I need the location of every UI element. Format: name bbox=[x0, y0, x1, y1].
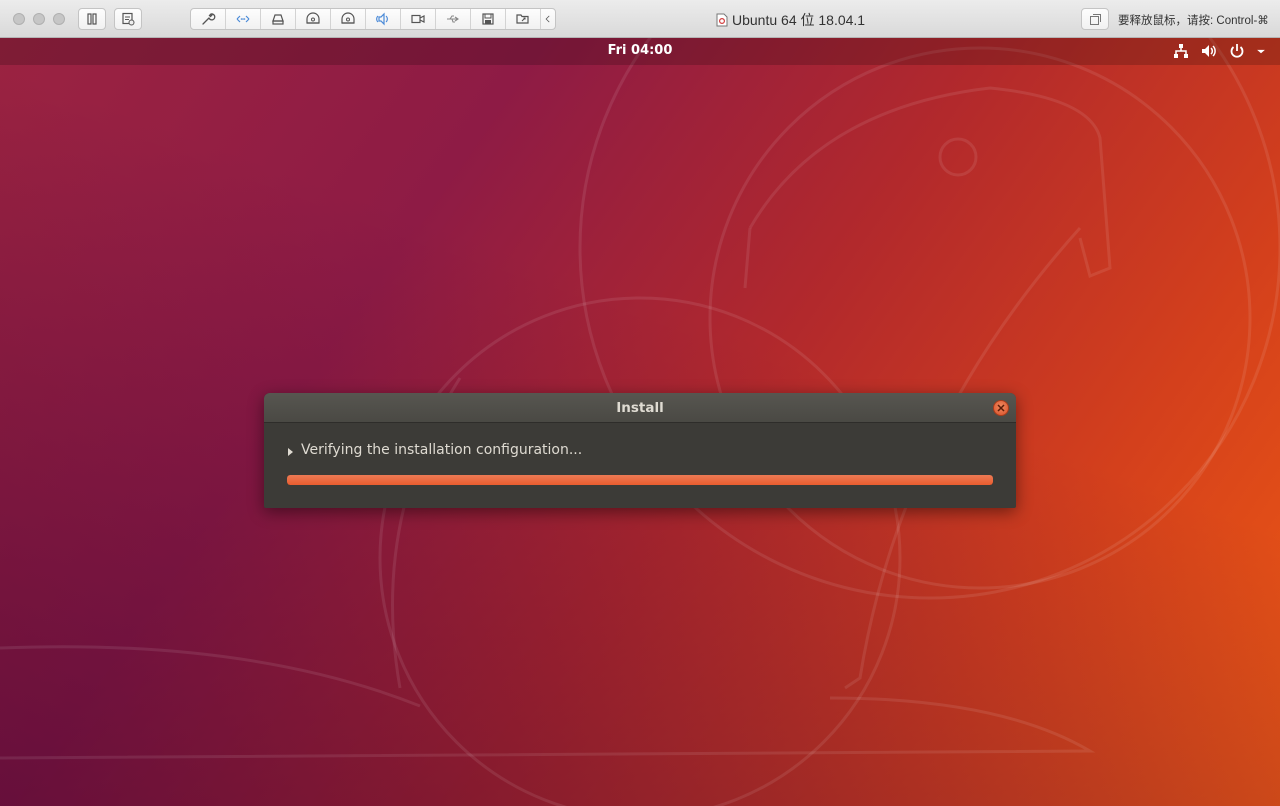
install-dialog-titlebar[interactable]: Install bbox=[264, 393, 1016, 423]
hard-disk-icon bbox=[272, 14, 284, 25]
close-dialog-button[interactable] bbox=[993, 400, 1009, 416]
usb-icon bbox=[447, 15, 459, 23]
minimize-window-button[interactable] bbox=[33, 13, 45, 25]
camera-icon bbox=[411, 14, 425, 24]
volume-icon bbox=[1202, 45, 1216, 57]
cd-dvd-2-icon bbox=[341, 12, 355, 24]
install-progress-bar bbox=[287, 475, 993, 485]
install-status-text: Verifying the installation configuration… bbox=[301, 442, 583, 458]
cd-dvd-icon bbox=[306, 12, 320, 24]
camera-button[interactable] bbox=[401, 9, 436, 29]
details-expander[interactable]: Verifying the installation configuration… bbox=[288, 442, 582, 458]
close-window-button[interactable] bbox=[13, 13, 25, 25]
install-dialog: Install Verifying the installation confi… bbox=[264, 393, 1016, 508]
network-icon bbox=[236, 15, 250, 23]
network-wired-icon bbox=[1174, 44, 1188, 58]
expander-arrow-icon bbox=[288, 448, 293, 456]
clock[interactable]: Fri 04:00 bbox=[0, 43, 1280, 58]
power-icon bbox=[1230, 44, 1244, 58]
collapse-toolbar-button[interactable] bbox=[541, 9, 555, 29]
close-icon bbox=[997, 404, 1005, 412]
snapshot-icon bbox=[122, 12, 135, 26]
usb-button[interactable] bbox=[436, 9, 471, 29]
cd-dvd-2-button[interactable] bbox=[331, 9, 366, 29]
vm-window-title-text: Ubuntu 64 位 18.04.1 bbox=[732, 12, 866, 28]
floppy-icon bbox=[482, 13, 494, 25]
fullscreen-icon bbox=[1089, 13, 1101, 25]
install-dialog-title: Install bbox=[616, 400, 664, 416]
pause-vm-button[interactable] bbox=[78, 8, 106, 30]
pause-icon bbox=[87, 13, 97, 25]
settings-button[interactable] bbox=[191, 9, 226, 29]
fullscreen-button[interactable] bbox=[1081, 8, 1109, 30]
shared-folder-icon bbox=[516, 14, 529, 24]
ubuntu-desktop: Fri 04:00 Install Verifying the installa… bbox=[0, 38, 1280, 806]
chevron-down-icon bbox=[1257, 49, 1265, 54]
floppy-button[interactable] bbox=[471, 9, 506, 29]
hard-disk-button[interactable] bbox=[261, 9, 296, 29]
snapshot-button[interactable] bbox=[114, 8, 142, 30]
sound-button[interactable] bbox=[366, 9, 401, 29]
shared-folder-button[interactable] bbox=[506, 9, 541, 29]
install-progress-fill bbox=[287, 475, 993, 485]
vm-window-title: Ubuntu 64 位 18.04.1 bbox=[716, 11, 865, 29]
vm-window-toolbar: Ubuntu 64 位 18.04.1 要释放鼠标，请按: Control-⌘ bbox=[0, 0, 1280, 38]
vm-device-toolbar bbox=[190, 8, 556, 30]
sound-icon bbox=[376, 12, 388, 26]
collapse-chevron-icon bbox=[545, 15, 550, 23]
cd-dvd-button[interactable] bbox=[296, 9, 331, 29]
gnome-top-bar: Fri 04:00 bbox=[0, 38, 1280, 65]
release-mouse-hint: 要释放鼠标，请按: Control-⌘ bbox=[1118, 15, 1269, 27]
settings-wrench-icon bbox=[202, 13, 216, 25]
vm-document-icon bbox=[716, 13, 728, 27]
zoom-window-button[interactable] bbox=[53, 13, 65, 25]
network-button[interactable] bbox=[226, 9, 261, 29]
system-tray[interactable] bbox=[1172, 42, 1266, 60]
